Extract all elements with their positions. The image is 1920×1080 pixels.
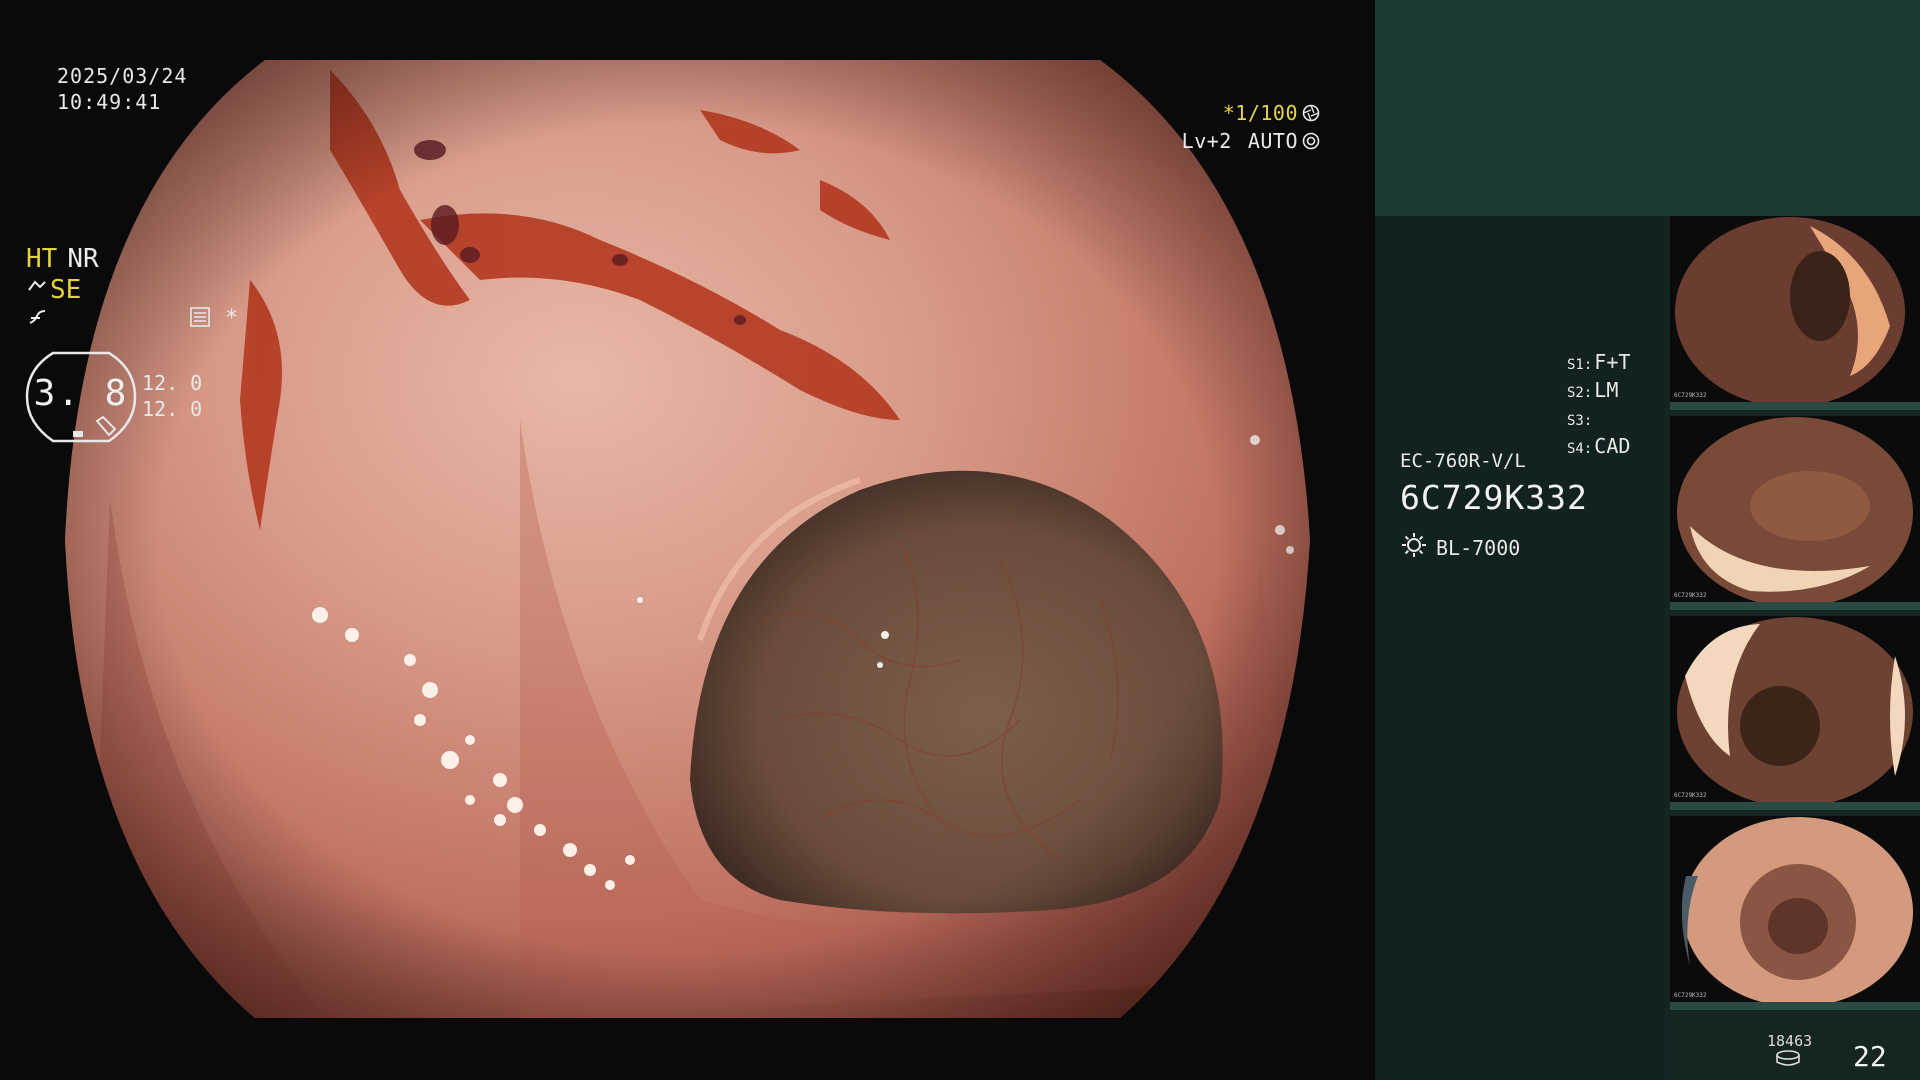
processing-modes: HT NR SE — [26, 244, 99, 337]
gauge-upper: 12. 0 — [142, 371, 203, 395]
s2-value: LM — [1594, 378, 1619, 402]
level-text: Lv+2 — [1181, 129, 1232, 153]
thumbnail-4[interactable]: 6C729K332 — [1670, 816, 1920, 1010]
aperture-icon — [1302, 104, 1320, 122]
shutter-speed: *1/100 — [1222, 101, 1298, 125]
settings-list-icon — [189, 306, 211, 334]
thumbnail-2[interactable]: 6C729K332 — [1670, 416, 1920, 610]
scope-switches: S1: F+T S2: LM S3: S4: CAD — [1567, 350, 1630, 462]
nr-mode: NR — [67, 244, 99, 274]
scope-model: EC-760R-V/L — [1400, 450, 1526, 472]
scope-status: *1/100 Lv+2 AUTO — [1182, 99, 1320, 155]
iris-icon — [1302, 132, 1320, 150]
zoom-gauge: 3. 8 — [25, 351, 137, 443]
ht-mode: HT — [26, 244, 58, 274]
auto-mode-text: AUTO — [1247, 129, 1298, 153]
s4-label: S4: — [1567, 441, 1593, 457]
gauge-value: 3. 8 — [33, 373, 129, 414]
sun-icon — [1400, 531, 1428, 564]
panel-header-area — [1375, 0, 1920, 216]
storage-icon — [1775, 1049, 1801, 1073]
s2-label: S2: — [1567, 385, 1593, 401]
thumbnail-3-caption: 6C729K332 — [1674, 792, 1707, 799]
gauge-numbers: 12. 0 12. 0 — [142, 370, 202, 422]
thumbnail-4-caption: 6C729K332 — [1674, 992, 1707, 999]
image-counter-small: 18463 — [1767, 1032, 1813, 1050]
color-enhance-icon — [26, 306, 48, 337]
thumbnail-2-caption: 6C729K332 — [1674, 592, 1707, 599]
thumbnail-1-caption: 6C729K332 — [1674, 392, 1707, 399]
s4-value: CAD — [1594, 434, 1631, 458]
endoscope-image — [65, 60, 1310, 1018]
light-source: BL-7000 — [1400, 531, 1520, 564]
thumbnail-1[interactable]: 6C729K332 — [1670, 216, 1920, 410]
structure-enhance-icon — [26, 275, 48, 306]
s1-label: S1: — [1567, 357, 1593, 373]
shutter-row: *1/100 — [1182, 99, 1320, 127]
s1-value: F+T — [1594, 350, 1631, 374]
thumbnail-3[interactable]: 6C729K332 — [1670, 616, 1920, 810]
light-source-text: BL-7000 — [1436, 535, 1521, 560]
panel-status-area — [1375, 216, 1665, 1080]
endoscope-view: 2025/03/24 10:49:41 *1/100 Lv+2 AUTO — [0, 0, 1375, 1080]
datetime: 2025/03/24 10:49:41 — [57, 63, 187, 115]
gauge-lower: 12. 0 — [142, 397, 203, 421]
level-row: Lv+2 AUTO — [1182, 127, 1320, 155]
panel-small-icons: * — [189, 306, 238, 334]
endoscopy-screen: 2025/03/24 10:49:41 *1/100 Lv+2 AUTO HT … — [0, 0, 1920, 1080]
scope-serial: 6C729K332 — [1400, 478, 1588, 517]
image-count: 22 — [1853, 1040, 1887, 1073]
se-mode: SE — [50, 275, 82, 305]
s3-label: S3: — [1567, 413, 1593, 429]
star-indicator: * — [225, 306, 239, 331]
date-text: 2025/03/24 — [57, 64, 188, 88]
time-text: 10:49:41 — [57, 90, 162, 114]
